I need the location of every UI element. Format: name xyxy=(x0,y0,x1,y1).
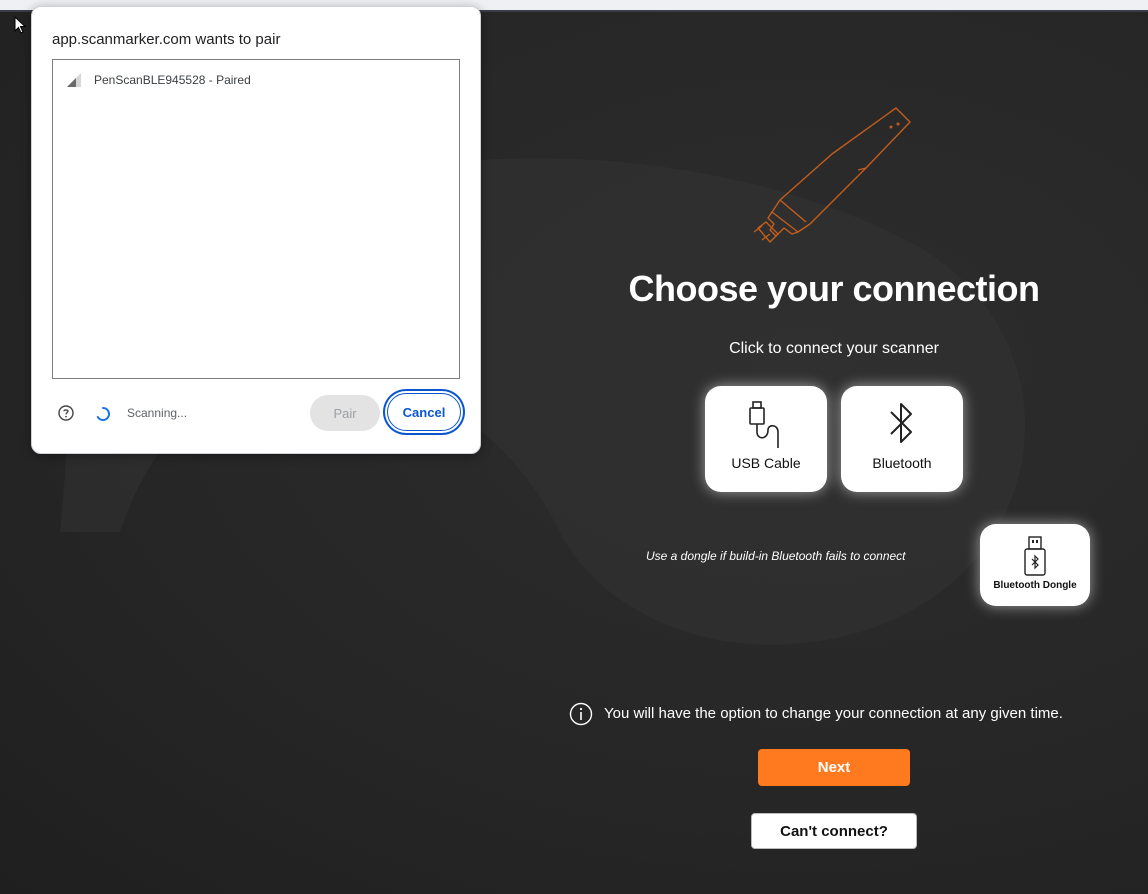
usb-cable-option[interactable]: USB Cable xyxy=(705,386,827,492)
device-list-item[interactable]: PenScanBLE945528 - Paired xyxy=(53,70,251,90)
mouse-cursor-icon xyxy=(14,16,27,34)
spinner-icon xyxy=(96,407,110,421)
bluetooth-dongle-label: Bluetooth Dongle xyxy=(993,580,1077,591)
signal-strength-icon xyxy=(67,73,81,87)
cant-connect-button[interactable]: Can't connect? xyxy=(751,813,917,849)
device-label: PenScanBLE945528 - Paired xyxy=(94,73,251,87)
scanning-status: Scanning... xyxy=(127,406,188,420)
usb-cable-icon xyxy=(749,401,779,448)
bluetooth-pair-dialog: app.scanmarker.com wants to pair PenScan… xyxy=(31,6,481,454)
pair-button[interactable]: Pair xyxy=(310,395,380,431)
dongle-hint: Use a dongle if build-in Bluetooth fails… xyxy=(646,549,906,563)
bluetooth-dongle-option[interactable]: Bluetooth Dongle xyxy=(980,524,1090,606)
info-text: You will have the option to change your … xyxy=(604,705,1063,722)
page-subtitle: Click to connect your scanner xyxy=(729,340,939,357)
cancel-button[interactable]: Cancel xyxy=(387,393,461,431)
next-button[interactable]: Next xyxy=(758,749,910,786)
bluetooth-label: Bluetooth xyxy=(872,455,932,471)
help-icon[interactable] xyxy=(58,405,74,421)
dialog-title: app.scanmarker.com wants to pair xyxy=(52,31,281,48)
scanner-pen-illustration xyxy=(753,107,911,243)
bluetooth-dongle-icon xyxy=(1024,536,1046,576)
usb-cable-label: USB Cable xyxy=(731,455,801,471)
device-list: PenScanBLE945528 - Paired xyxy=(52,59,460,379)
bluetooth-option[interactable]: Bluetooth xyxy=(841,386,963,492)
page-title: Choose your connection xyxy=(628,268,1040,309)
info-icon xyxy=(569,702,593,726)
bluetooth-icon xyxy=(890,403,912,443)
